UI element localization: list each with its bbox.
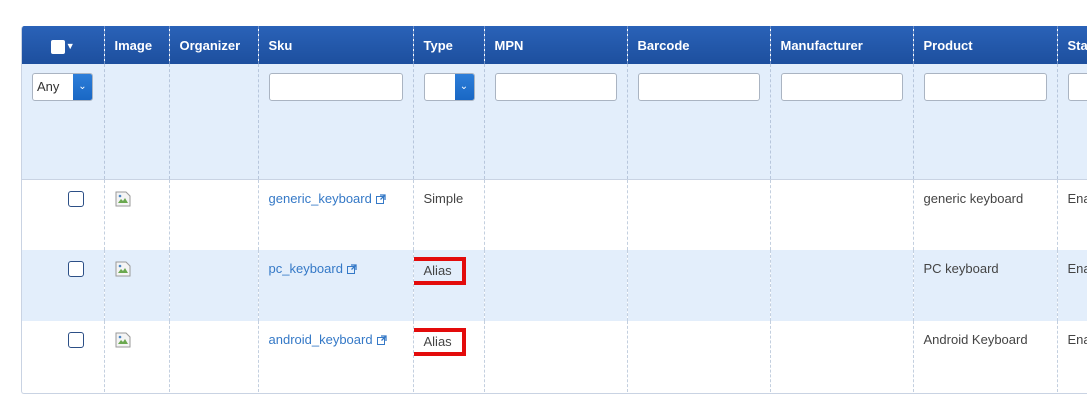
filter-cell-manufacturer xyxy=(770,64,914,180)
product-filter-input[interactable] xyxy=(923,73,1047,101)
chevron-down-icon[interactable]: ⌄ xyxy=(73,74,92,100)
column-header-mpn[interactable]: MPN xyxy=(484,26,628,64)
header-row: ▼ Image Organizer Sku Type MPN Barcode M… xyxy=(22,26,1087,64)
checkbox-filter-value: Any xyxy=(37,79,60,94)
type-cell: Alias xyxy=(413,250,485,321)
barcode-cell xyxy=(627,321,771,392)
image-cell xyxy=(104,321,170,392)
type-highlight-box: Alias xyxy=(413,328,466,356)
column-header-organizer[interactable]: Organizer xyxy=(169,26,259,64)
filter-cell-barcode xyxy=(627,64,771,180)
column-header-type[interactable]: Type xyxy=(413,26,485,64)
external-link-icon[interactable] xyxy=(375,192,386,207)
type-filter-select[interactable]: ⌄ xyxy=(423,73,475,101)
column-header-product[interactable]: Product xyxy=(913,26,1058,64)
checkbox-filter-select[interactable]: Any ⌄ xyxy=(32,73,93,101)
manufacturer-cell xyxy=(770,321,914,392)
type-value: Simple xyxy=(423,190,464,206)
caret-down-icon[interactable]: ▼ xyxy=(66,41,75,51)
chevron-down-icon[interactable]: ⌄ xyxy=(454,74,474,100)
filter-cell-organizer xyxy=(169,64,259,180)
filter-cell-checkbox: Any ⌄ xyxy=(22,64,105,180)
type-highlight-box: Alias xyxy=(413,257,466,285)
image-cell xyxy=(104,250,170,321)
status-cell: Ena xyxy=(1057,179,1087,250)
sku-cell: generic_keyboard xyxy=(258,179,414,250)
sku-filter-input[interactable] xyxy=(268,73,403,101)
barcode-cell xyxy=(627,179,771,250)
manufacturer-cell xyxy=(770,179,914,250)
sku-cell: pc_keyboard xyxy=(258,250,414,321)
select-all-checkbox[interactable] xyxy=(50,39,65,54)
filter-cell-image xyxy=(104,64,170,180)
row-select-cell xyxy=(22,250,105,321)
barcode-cell xyxy=(627,250,771,321)
column-header-manufacturer[interactable]: Manufacturer xyxy=(770,26,914,64)
filter-row: Any ⌄ ⌄ xyxy=(22,64,1087,180)
sku-link[interactable]: pc_keyboard xyxy=(269,261,343,276)
type-cell: Alias xyxy=(413,321,485,392)
external-link-icon[interactable] xyxy=(376,333,387,348)
sku-link[interactable]: android_keyboard xyxy=(269,332,373,347)
table-row[interactable]: android_keyboard Alias Android Keyboard … xyxy=(22,321,1087,392)
barcode-filter-input[interactable] xyxy=(637,73,760,101)
broken-image-icon[interactable] xyxy=(115,261,131,277)
product-grid: ▼ Image Organizer Sku Type MPN Barcode M… xyxy=(21,26,1087,394)
row-select-cell xyxy=(22,179,105,250)
row-checkbox[interactable] xyxy=(68,190,84,207)
type-filter-value xyxy=(425,74,455,100)
broken-image-icon[interactable] xyxy=(115,332,131,348)
filter-cell-product xyxy=(913,64,1058,180)
filter-cell-status xyxy=(1057,64,1087,180)
select-all-header[interactable]: ▼ xyxy=(22,26,105,64)
column-header-image[interactable]: Image xyxy=(104,26,170,64)
column-header-sku[interactable]: Sku xyxy=(258,26,414,64)
mpn-filter-input[interactable] xyxy=(494,73,617,101)
column-header-barcode[interactable]: Barcode xyxy=(627,26,771,64)
sku-cell: android_keyboard xyxy=(258,321,414,392)
filter-cell-type: ⌄ xyxy=(413,64,485,180)
status-cell: Ena xyxy=(1057,321,1087,392)
filter-cell-mpn xyxy=(484,64,628,180)
product-table: ▼ Image Organizer Sku Type MPN Barcode M… xyxy=(22,26,1087,392)
product-cell: PC keyboard xyxy=(913,250,1058,321)
row-checkbox[interactable] xyxy=(68,261,84,277)
organizer-cell xyxy=(169,179,259,250)
row-checkbox[interactable] xyxy=(68,332,84,348)
organizer-cell xyxy=(169,321,259,392)
status-filter-input[interactable] xyxy=(1067,73,1087,101)
status-cell: Ena xyxy=(1057,250,1087,321)
broken-image-icon[interactable] xyxy=(115,191,131,207)
external-link-icon[interactable] xyxy=(346,262,357,277)
table-row[interactable]: generic_keyboard Simple generic keyboard… xyxy=(22,179,1087,250)
organizer-cell xyxy=(169,250,259,321)
product-cell: generic keyboard xyxy=(913,179,1058,250)
row-select-cell xyxy=(22,321,105,392)
image-cell xyxy=(104,179,170,250)
manufacturer-filter-input[interactable] xyxy=(780,73,903,101)
mpn-cell xyxy=(484,179,628,250)
mpn-cell xyxy=(484,250,628,321)
product-cell: Android Keyboard xyxy=(913,321,1058,392)
type-cell: Simple xyxy=(413,179,485,250)
table-row[interactable]: pc_keyboard Alias PC keyboard Ena xyxy=(22,250,1087,321)
mpn-cell xyxy=(484,321,628,392)
filter-cell-sku xyxy=(258,64,414,180)
sku-link[interactable]: generic_keyboard xyxy=(269,191,372,206)
manufacturer-cell xyxy=(770,250,914,321)
column-header-status[interactable]: Sta xyxy=(1057,26,1087,64)
